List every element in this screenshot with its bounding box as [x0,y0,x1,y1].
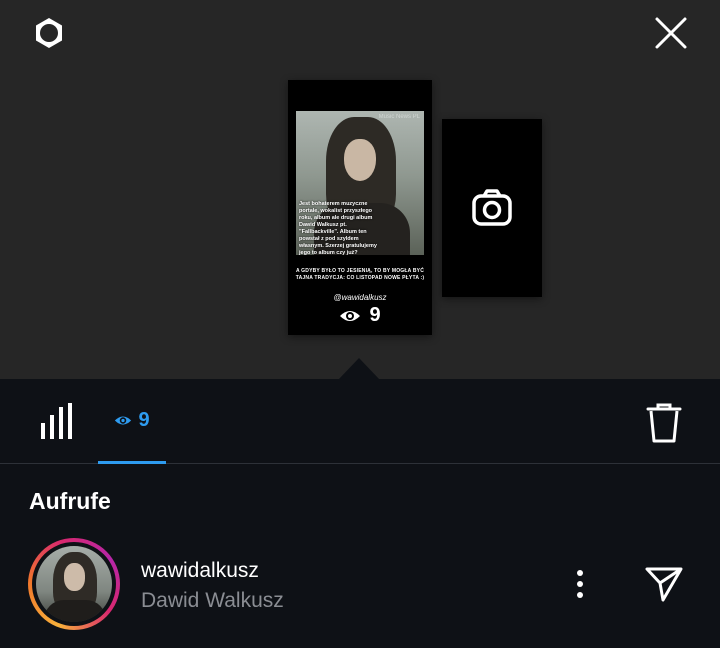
story-watermark: Music News PL [378,114,420,120]
avatar[interactable] [28,538,120,630]
section-title: Aufrufe [29,488,111,514]
eye-icon [115,415,132,425]
insights-bars-icon[interactable] [34,399,78,443]
settings-gear-icon[interactable] [26,10,72,56]
viewer-full-name: Dawid Walkusz [141,589,284,612]
close-icon[interactable] [648,10,694,56]
eye-icon [340,310,361,321]
trash-icon[interactable] [638,397,690,449]
story-preview-area: Music News PL Jest bohaterem muzyczne po… [0,0,720,380]
more-options-icon[interactable] [566,566,594,602]
story-photo: Music News PL Jest bohaterem muzyczne po… [296,111,424,255]
tab-viewers-count: 9 [138,408,150,431]
story-overlay-text: Jest bohaterem muzyczne portale, wokalis… [299,201,377,255]
story-thumbnail-add[interactable] [442,119,542,297]
viewer-username[interactable]: wawidalkusz [141,559,259,583]
story-thumbnail-current[interactable]: Music News PL Jest bohaterem muzyczne po… [288,80,432,335]
tab-viewers[interactable]: 9 [98,379,166,464]
viewers-panel: 9 Aufrufe wawidalkusz Dawid Walkusz [0,379,720,648]
viewer-row[interactable]: wawidalkusz Dawid Walkusz [0,538,720,634]
story-caption: A GDYBY BYŁO TO JESIENIĄ, TO BY MOGŁA BY… [295,268,425,281]
story-mention: @wawidalkusz [333,293,387,302]
story-views-count: 9 [369,304,381,326]
tab-bar: 9 [0,379,720,464]
story-views: 9 [288,304,432,327]
send-direct-icon[interactable] [638,558,690,610]
camera-icon [472,189,512,226]
selection-pointer [338,358,380,380]
